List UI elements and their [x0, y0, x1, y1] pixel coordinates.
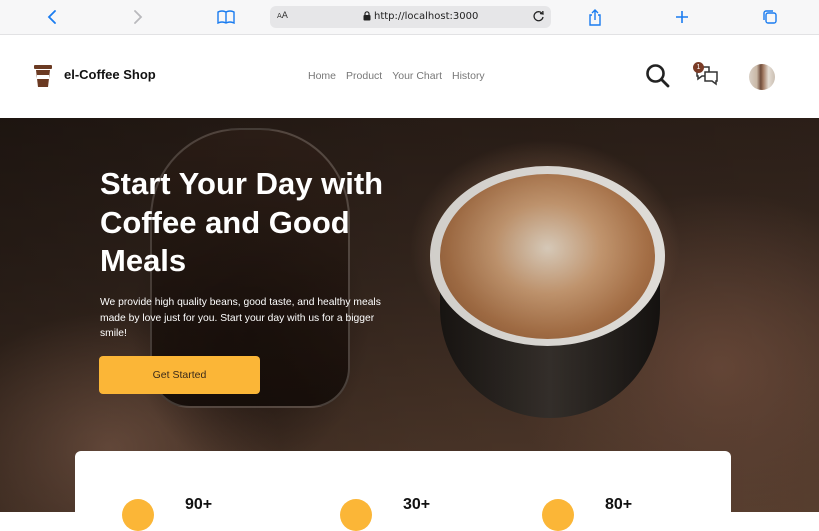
- lock-icon: [363, 11, 371, 21]
- stat-value: 80+: [605, 496, 633, 513]
- get-started-button[interactable]: Get Started: [99, 356, 260, 394]
- book-icon: [217, 10, 235, 24]
- site-header: el-Coffee Shop Home Product Your Chart H…: [0, 35, 819, 118]
- stat-value: 30+: [403, 496, 431, 513]
- new-tab-button[interactable]: [670, 6, 694, 28]
- nav-link-home[interactable]: Home: [308, 70, 336, 82]
- reload-icon[interactable]: [532, 10, 545, 23]
- nav-link-history[interactable]: History: [452, 70, 485, 82]
- nav-link-your-chart[interactable]: Your Chart: [392, 70, 442, 82]
- nav-link-product[interactable]: Product: [346, 70, 382, 82]
- url-text: http://localhost:3000: [374, 11, 479, 22]
- share-button[interactable]: [583, 6, 607, 28]
- stat-icon: [542, 499, 574, 531]
- chat-button[interactable]: 1: [693, 62, 719, 91]
- address-bar[interactable]: AA http://localhost:3000: [270, 6, 551, 28]
- bookmarks-button[interactable]: [214, 6, 238, 28]
- coffee-cup-logo-icon[interactable]: [33, 64, 53, 88]
- search-icon[interactable]: [645, 63, 670, 88]
- hero-subtitle: We provide high quality beans, good tast…: [100, 297, 381, 339]
- tabs-icon: [763, 10, 777, 24]
- stats-card: 90+ 30+ 80+: [75, 451, 731, 531]
- main-nav: Home Product Your Chart History: [308, 70, 485, 82]
- chevron-left-icon: [47, 10, 56, 24]
- text-size-button[interactable]: AA: [277, 11, 288, 21]
- chat-badge: 1: [693, 62, 704, 73]
- browser-toolbar: AA http://localhost:3000: [0, 0, 819, 35]
- hero-title: Start Your Day with Coffee and Good Meal…: [100, 166, 384, 278]
- plus-icon: [676, 11, 688, 23]
- stat-icon: [122, 499, 154, 531]
- tabs-button[interactable]: [758, 6, 782, 28]
- brand-name[interactable]: el-Coffee Shop: [64, 67, 156, 82]
- user-avatar[interactable]: [749, 64, 775, 90]
- stat-icon: [340, 499, 372, 531]
- chevron-right-icon: [134, 10, 143, 24]
- share-icon: [589, 8, 601, 26]
- stat-value: 90+: [185, 496, 213, 513]
- forward-button[interactable]: [126, 6, 150, 28]
- back-button[interactable]: [40, 6, 64, 28]
